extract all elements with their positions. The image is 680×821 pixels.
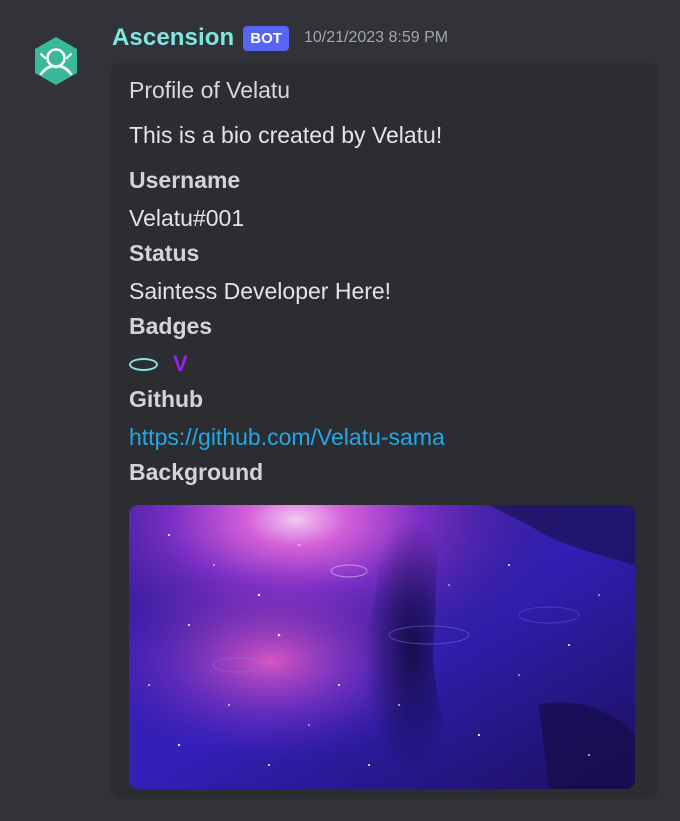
field-value-github: https://github.com/Velatu-sama xyxy=(129,424,640,450)
field-value-status: Saintess Developer Here! xyxy=(129,278,392,304)
field-name-background: Background xyxy=(129,459,264,485)
v-badge: V xyxy=(173,351,188,376)
author-name[interactable]: Ascension xyxy=(112,24,234,52)
message-timestamp: 10/21/2023 8:59 PM xyxy=(303,29,449,46)
oval-badge-icon xyxy=(129,357,158,371)
night-sky-reflection-image[interactable] xyxy=(129,505,635,789)
field-name-status: Status xyxy=(129,240,200,266)
bot-tag: BOT xyxy=(243,25,289,51)
field-name-github: Github xyxy=(129,386,204,412)
embed-title: Profile of Velatu xyxy=(129,77,291,103)
embed-description: This is a bio created by Velatu! xyxy=(129,122,443,148)
chat-message: Ascension BOT 10/21/2023 8:59 PM Profile… xyxy=(0,0,680,821)
field-name-badges: Badges xyxy=(129,313,213,339)
bot-avatar-icon[interactable] xyxy=(31,36,81,86)
message-header: Ascension BOT 10/21/2023 8:59 PM xyxy=(112,22,448,54)
field-name-username: Username xyxy=(129,167,241,193)
badges-row: V xyxy=(129,351,640,377)
github-link[interactable]: https://github.com/Velatu-sama xyxy=(129,424,445,450)
profile-embed: Profile of Velatu This is a bio created … xyxy=(111,63,658,799)
field-value-username: Velatu#001 xyxy=(129,205,245,231)
